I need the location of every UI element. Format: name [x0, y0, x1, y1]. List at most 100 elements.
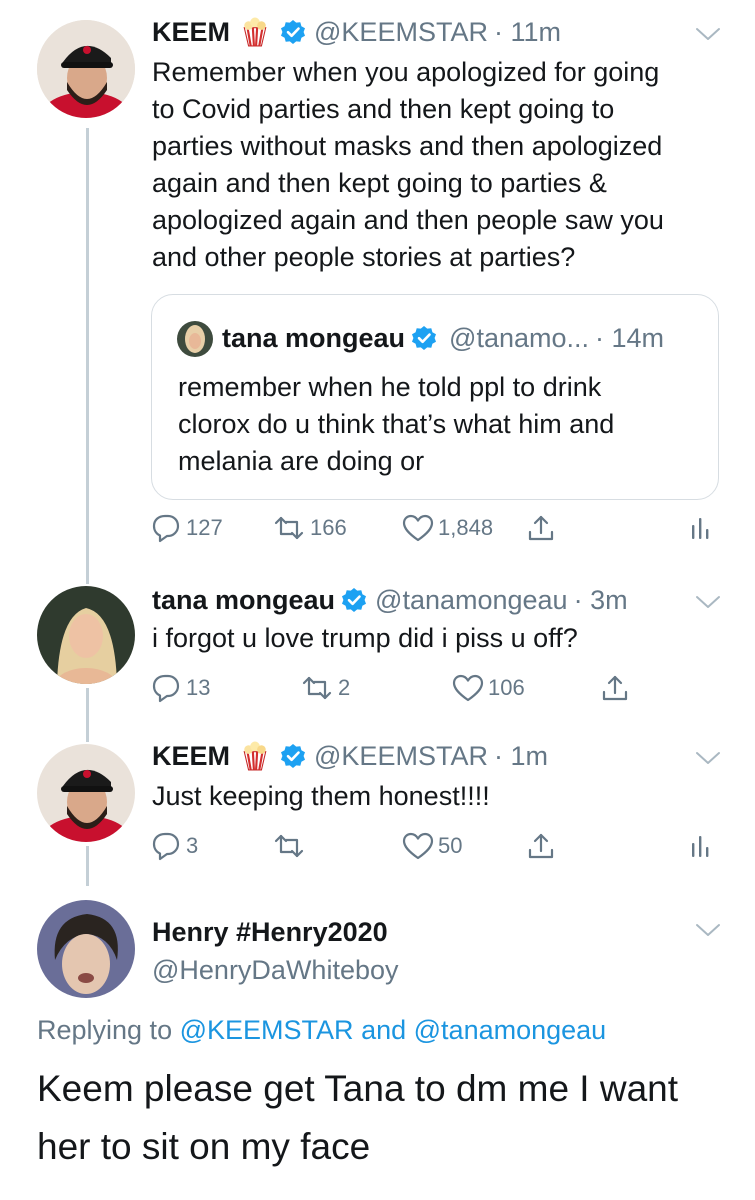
- like-button[interactable]: 106: [452, 672, 525, 704]
- avatar-image: [37, 586, 135, 684]
- chevron-down-icon[interactable]: [694, 750, 722, 766]
- thread-line: [86, 846, 89, 886]
- tweet-1-actions: 127 166 1,848: [150, 512, 730, 546]
- tweet-1-line: apologized again and then people saw you: [152, 205, 664, 235]
- reply-button[interactable]: 13: [150, 672, 210, 704]
- analytics-button[interactable]: [688, 512, 718, 544]
- tweet-1-line: again and then kept going to parties &: [152, 168, 607, 198]
- avatar-image: [37, 744, 135, 842]
- chevron-down-icon[interactable]: [694, 922, 722, 938]
- tweet-3-handle[interactable]: @KEEMSTAR: [314, 741, 488, 772]
- popcorn-icon: [243, 17, 267, 47]
- reply-icon: [152, 514, 180, 543]
- heart-icon: [452, 674, 484, 702]
- tweet-1-handle[interactable]: @KEEMSTAR: [314, 17, 488, 48]
- like-button[interactable]: 1,848: [402, 512, 493, 544]
- tweet-2-name[interactable]: tana mongeau: [152, 585, 335, 616]
- reply-count: 3: [186, 833, 199, 858]
- quoted-tweet[interactable]: tana mongeau @tanamo... · 14m remember w…: [151, 294, 719, 500]
- like-count: 106: [488, 675, 525, 700]
- reply-icon: [152, 832, 180, 861]
- avatar-henry[interactable]: [37, 900, 135, 998]
- tweet-1-header: KEEM @KEEMSTAR · 11m: [152, 14, 561, 50]
- mention-link[interactable]: @KEEMSTAR: [180, 1015, 354, 1045]
- tweet-1-name[interactable]: KEEM: [152, 17, 230, 48]
- like-count: 1,848: [438, 515, 494, 540]
- avatar-keem[interactable]: [37, 20, 135, 118]
- tweet-1-time[interactable]: · 11m: [494, 17, 561, 48]
- thread-line: [86, 128, 89, 584]
- verified-badge-icon: [280, 743, 307, 769]
- tweet-1-line: parties without masks and then apologize…: [152, 131, 663, 161]
- analytics-button[interactable]: [688, 830, 718, 862]
- mention-and: and: [361, 1015, 407, 1045]
- heart-icon: [402, 832, 434, 860]
- tweet-3-actions: 3 50: [150, 830, 730, 864]
- tweet-1-text: Remember when you apologized for going t…: [152, 54, 732, 276]
- tweet-1-line: to Covid parties and then kept going to: [152, 94, 615, 124]
- avatar-keem[interactable]: [37, 744, 135, 842]
- reply-button[interactable]: 3: [150, 830, 198, 862]
- quote-text: remember when he told ppl to drink cloro…: [178, 369, 708, 480]
- tweet-4-line: Keem please get Tana to dm me I want: [37, 1068, 679, 1109]
- quote-name: tana mongeau: [222, 322, 406, 353]
- share-icon: [528, 515, 554, 541]
- tweet-1-line: and other people stories at parties?: [152, 242, 576, 272]
- like-count: 50: [438, 833, 463, 858]
- analytics-icon: [692, 518, 709, 539]
- retweet-icon: [302, 676, 332, 700]
- verified-badge-icon: [411, 325, 438, 351]
- tweet-2-text: i forgot u love trump did i piss u off?: [152, 623, 578, 653]
- retweet-icon: [274, 516, 304, 540]
- retweet-button[interactable]: 166: [272, 512, 347, 544]
- retweet-count: 166: [310, 515, 347, 540]
- tweet-3-header: KEEM @KEEMSTAR · 1m: [152, 738, 548, 774]
- thread-line: [86, 688, 89, 742]
- verified-badge-icon: [280, 19, 307, 45]
- avatar-image: [37, 20, 135, 118]
- tweet-4-text: Keem please get Tana to dm me I want her…: [37, 1060, 737, 1176]
- retweet-icon: [274, 834, 304, 858]
- quote-header: tana mongeau @tanamo... · 14m: [222, 319, 664, 357]
- chevron-down-icon[interactable]: [694, 26, 722, 42]
- tweet-2-header: tana mongeau @tanamongeau · 3m: [152, 582, 628, 618]
- like-button[interactable]: 50: [402, 830, 462, 862]
- tweet-3-text: Just keeping them honest!!!!: [152, 781, 490, 811]
- tweet-2-time[interactable]: · 3m: [574, 585, 628, 616]
- reply-count: 127: [186, 515, 223, 540]
- mention-link[interactable]: @tanamongeau: [414, 1015, 607, 1045]
- tweet-2-handle[interactable]: @tanamongeau: [375, 585, 568, 616]
- quote-avatar: [177, 321, 213, 357]
- quote-line: melania are doing or: [178, 446, 425, 476]
- verified-badge-icon: [341, 587, 368, 613]
- popcorn-icon: [243, 741, 267, 771]
- tweet-1-line: Remember when you apologized for going: [152, 57, 660, 87]
- retweet-button[interactable]: [272, 830, 310, 862]
- tweet-3-name[interactable]: KEEM: [152, 741, 230, 772]
- reply-icon: [152, 674, 180, 703]
- tweet-4-name[interactable]: Henry #Henry2020: [152, 914, 388, 950]
- quote-time: · 14m: [595, 322, 665, 353]
- share-button[interactable]: [600, 672, 634, 704]
- quote-line: remember when he told ppl to drink: [178, 372, 602, 402]
- replying-prefix: Replying to: [37, 1015, 173, 1045]
- quote-line: clorox do u think that’s what him and: [178, 409, 615, 439]
- replying-to: Replying to @KEEMSTAR and @tanamongeau: [37, 1012, 606, 1048]
- share-button[interactable]: [526, 512, 560, 544]
- avatar-tana[interactable]: [37, 586, 135, 684]
- quote-handle: @tanamo...: [449, 322, 590, 353]
- reply-button[interactable]: 127: [150, 512, 223, 544]
- share-icon: [528, 833, 554, 859]
- share-icon: [602, 675, 628, 701]
- tweet-2-actions: 13 2 106: [150, 672, 730, 706]
- heart-icon: [402, 514, 434, 542]
- reply-count: 13: [186, 675, 211, 700]
- retweet-button[interactable]: 2: [300, 672, 350, 704]
- tweet-4-handle[interactable]: @HenryDaWhiteboy: [152, 952, 399, 988]
- avatar-image: [37, 900, 135, 998]
- retweet-count: 2: [338, 675, 351, 700]
- chevron-down-icon[interactable]: [694, 594, 722, 610]
- share-button[interactable]: [526, 830, 560, 862]
- tweet-3-time[interactable]: · 1m: [494, 741, 548, 772]
- analytics-icon: [692, 836, 709, 857]
